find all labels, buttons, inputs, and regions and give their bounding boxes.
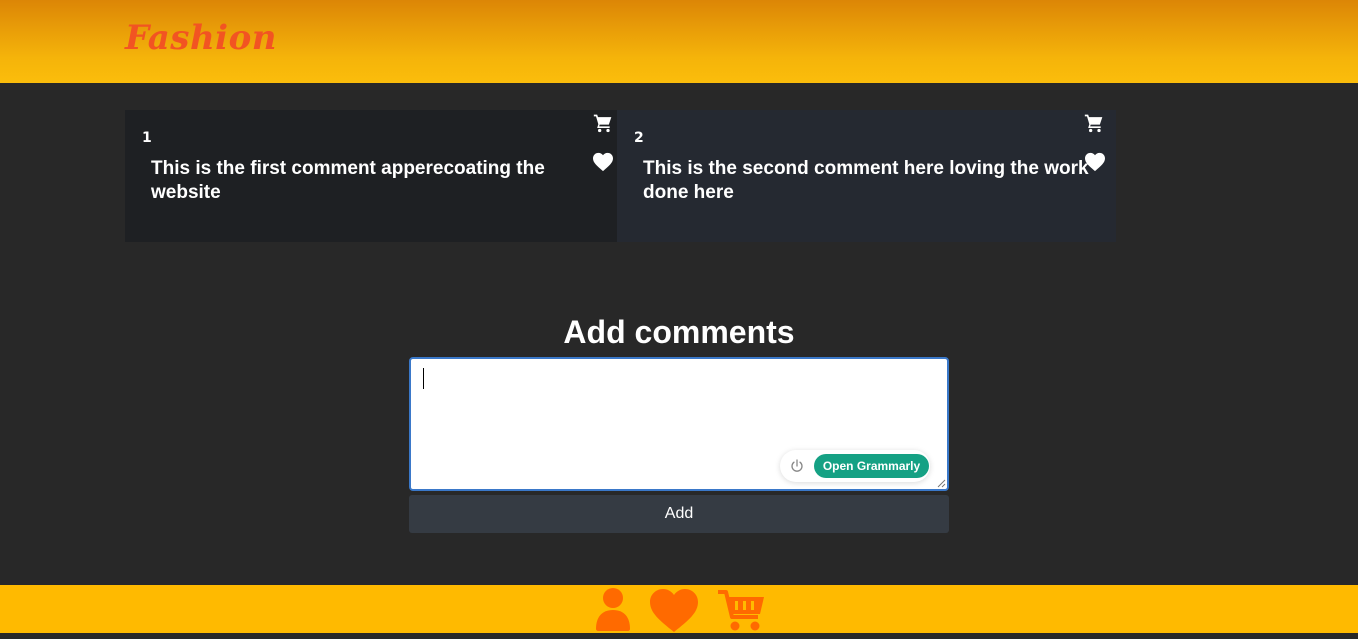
comments-list: 1 This is the first comment apperecoatin… [125, 110, 1116, 242]
text-caret [423, 368, 424, 389]
page-bottom-edge [0, 633, 1358, 639]
heart-icon[interactable] [592, 152, 614, 172]
heart-icon[interactable] [648, 587, 700, 633]
comment-card: 2 This is the second comment here loving… [617, 110, 1116, 242]
resize-grip-icon[interactable] [936, 478, 946, 488]
cart-icon[interactable] [593, 113, 613, 133]
comment-card: 1 This is the first comment apperecoatin… [125, 110, 617, 242]
bottom-navbar [0, 585, 1358, 633]
comment-text: This is the first comment apperecoating … [151, 158, 545, 203]
comment-textarea-container: Open Grammarly [409, 357, 949, 491]
comment-number: 1 [142, 130, 152, 146]
heart-icon[interactable] [1084, 152, 1106, 172]
comment-number: 2 [634, 130, 644, 146]
power-icon[interactable] [789, 458, 805, 474]
add-comments-heading: Add comments [563, 314, 795, 350]
top-navbar: Fashion [0, 0, 1358, 83]
open-grammarly-button[interactable]: Open Grammarly [814, 454, 929, 478]
cart-icon[interactable] [716, 587, 766, 633]
grammarly-widget: Open Grammarly [780, 450, 930, 482]
comment-text: This is the second comment here loving t… [643, 158, 1089, 203]
add-button[interactable]: Add [409, 495, 949, 533]
brand-logo[interactable]: Fashion [125, 18, 277, 58]
cart-icon[interactable] [1084, 113, 1104, 133]
user-icon[interactable] [594, 587, 632, 631]
